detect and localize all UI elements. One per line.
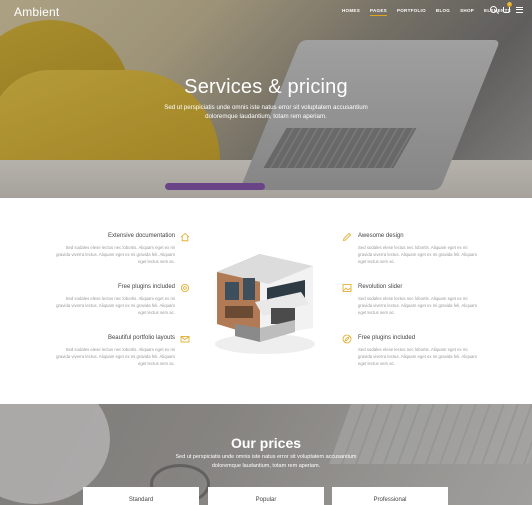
feature-title: Revolution slider [358,284,403,290]
hero-section: Ambient HOMES PAGES PORTFOLIO BLOG SHOP … [0,0,532,198]
search-icon[interactable] [490,6,497,13]
pencil-icon [342,232,352,242]
menu-item-portfolio[interactable]: PORTFOLIO [397,8,426,16]
feature-title: Beautiful portfolio layouts [107,335,175,341]
prices-title: Our prices [230,435,302,451]
cart-count-badge: 0 [507,1,512,7]
feature-text: Sed sodales elese lectus nec lobortis. A… [358,347,477,367]
plan-name: Standard [128,497,154,503]
feature-awesome-design: Awesome design Sed sodales elese lectus … [358,233,478,266]
menu-icon[interactable] [516,6,523,13]
top-navigation: Ambient HOMES PAGES PORTFOLIO BLOG SHOP … [0,0,532,22]
plan-name: Popular [255,497,277,503]
feature-free-plugins-right: Free plugins included Sed sodales elese … [358,335,478,368]
feature-text: Sed sodales elese lectus nec lobortis. A… [358,296,477,316]
pricing-card-standard: Standard [83,487,199,505]
feature-text: Sed sodales elese lectus nec lobortis. A… [56,296,175,316]
pricing-card-professional: Professional [332,487,448,505]
compass-icon [342,334,352,344]
feature-title: Free plugins included [358,335,416,341]
feature-title: Awesome design [358,233,404,239]
cart-icon[interactable]: 0 [503,1,512,13]
feature-title: Extensive documentation [107,233,175,239]
plan-name: Professional [373,497,407,503]
feature-revolution-slider: Revolution slider Sed sodales elese lect… [358,284,478,317]
pricing-card-popular: Popular [208,487,324,505]
house-illustration [215,254,315,354]
site-logo[interactable]: Ambient [14,5,59,19]
feature-text: Sed sodales elese lectus nec lobortis. A… [56,347,175,367]
prices-subtitle: Sed ut perspiciatis unde omnis iste natu… [175,454,357,469]
feature-extensive-documentation: Extensive documentation Sed sodales eles… [55,233,175,266]
feature-text: Sed sodales elese lectus nec lobortis. A… [56,245,175,265]
image-icon [342,283,352,293]
menu-item-pages[interactable]: PAGES [370,8,387,16]
menu-item-blog[interactable]: BLOG [436,8,450,16]
home-icon [180,232,190,242]
menu-item-homes[interactable]: HOMES [342,8,360,16]
feature-free-plugins-left: Free plugins included Sed sodales elese … [55,284,175,317]
feature-text: Sed sodales elese lectus nec lobortis. A… [358,245,477,265]
gear-icon [180,283,190,293]
envelope-icon [180,334,190,344]
page-title: Services & pricing [184,76,348,98]
feature-portfolio-layouts: Beautiful portfolio layouts Sed sodales … [55,335,175,368]
hero-subtitle: Sed ut perspiciatis unde omnis iste natu… [164,104,368,120]
menu-item-shop[interactable]: SHOP [460,8,474,16]
feature-title: Free plugins included [117,284,175,290]
